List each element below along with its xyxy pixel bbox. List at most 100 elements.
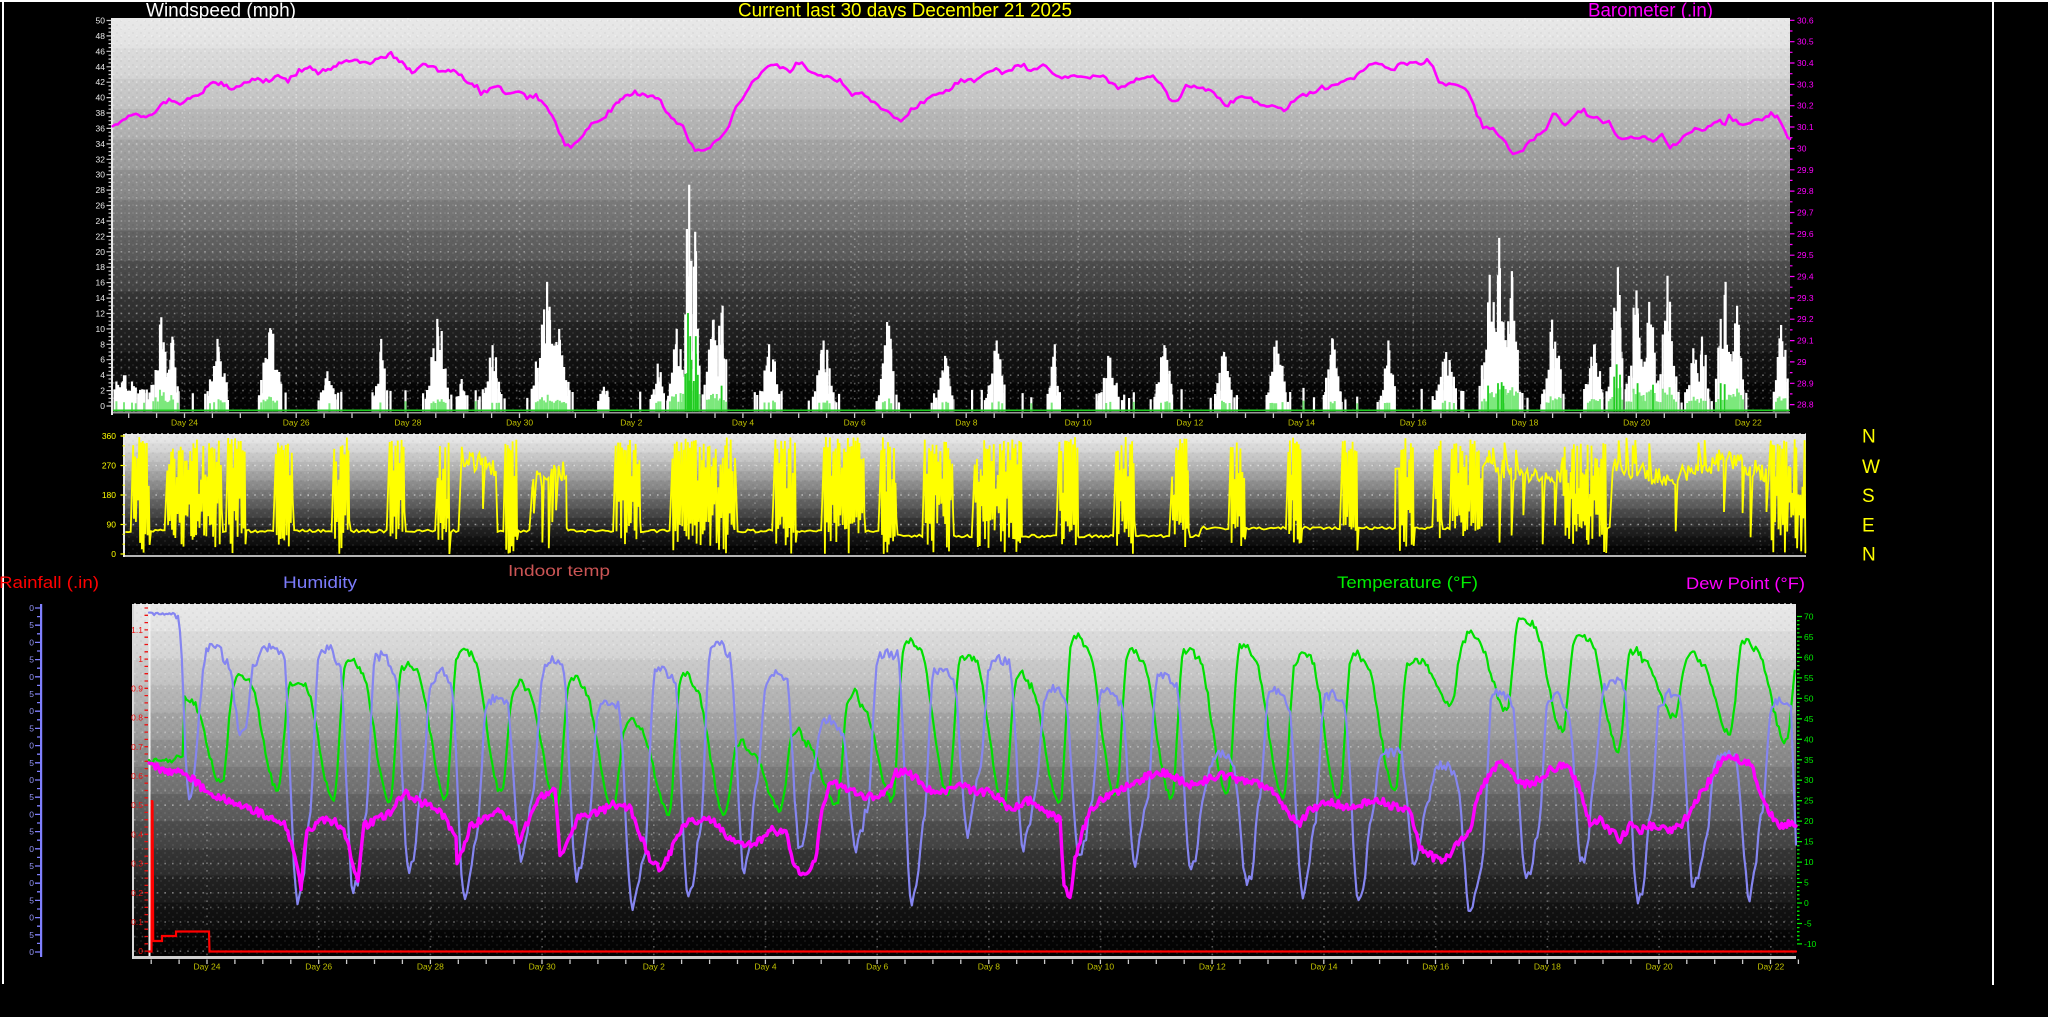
svg-text:22: 22 — [96, 231, 106, 241]
svg-text:0: 0 — [29, 913, 34, 923]
svg-text:360: 360 — [102, 431, 116, 441]
svg-text:30: 30 — [96, 170, 106, 180]
svg-text:Indoor temp: Indoor temp — [508, 563, 610, 580]
svg-text:Day 2: Day 2 — [620, 418, 642, 428]
svg-text:Day 8: Day 8 — [978, 962, 1000, 972]
svg-text:Day 30: Day 30 — [506, 418, 533, 428]
svg-text:180: 180 — [102, 490, 116, 500]
svg-text:5: 5 — [29, 655, 34, 665]
svg-text:E: E — [1862, 515, 1875, 536]
svg-text:0: 0 — [1804, 898, 1809, 908]
svg-text:30.1: 30.1 — [1797, 122, 1814, 132]
svg-text:20: 20 — [1804, 816, 1814, 826]
svg-text:29.1: 29.1 — [1797, 336, 1814, 346]
svg-text:0.6: 0.6 — [131, 771, 143, 781]
svg-text:0: 0 — [138, 946, 143, 956]
svg-text:Day 26: Day 26 — [305, 962, 332, 972]
svg-text:Day 14: Day 14 — [1288, 418, 1315, 428]
svg-text:5: 5 — [29, 827, 34, 837]
svg-text:Temperature (°F): Temperature (°F) — [1337, 573, 1478, 592]
svg-text:0.1: 0.1 — [131, 917, 143, 927]
svg-text:0: 0 — [29, 706, 34, 716]
svg-text:Dew Point (°F): Dew Point (°F) — [1686, 574, 1805, 593]
svg-text:16: 16 — [96, 278, 106, 288]
svg-text:0: 0 — [29, 809, 34, 819]
svg-text:Day 20: Day 20 — [1623, 418, 1650, 428]
svg-text:90: 90 — [107, 520, 117, 530]
svg-text:Day 16: Day 16 — [1400, 418, 1427, 428]
svg-text:26: 26 — [96, 201, 106, 211]
svg-text:5: 5 — [29, 930, 34, 940]
svg-text:5: 5 — [29, 792, 34, 802]
svg-text:5: 5 — [1804, 878, 1809, 888]
svg-text:30: 30 — [1797, 143, 1807, 153]
svg-text:1.1: 1.1 — [131, 625, 143, 635]
svg-text:24: 24 — [96, 216, 106, 226]
svg-text:60: 60 — [1804, 652, 1814, 662]
svg-text:18: 18 — [96, 262, 106, 272]
svg-text:29.5: 29.5 — [1797, 250, 1814, 260]
svg-text:Humidity: Humidity — [283, 573, 358, 592]
svg-text:Day 28: Day 28 — [417, 962, 444, 972]
svg-text:46: 46 — [96, 46, 106, 56]
svg-text:Day 10: Day 10 — [1087, 962, 1114, 972]
svg-text:5: 5 — [29, 895, 34, 905]
svg-text:Day 8: Day 8 — [955, 418, 977, 428]
svg-text:30.6: 30.6 — [1797, 15, 1814, 25]
svg-text:30: 30 — [1804, 775, 1814, 785]
svg-text:50: 50 — [1804, 693, 1814, 703]
svg-text:30.5: 30.5 — [1797, 37, 1814, 47]
svg-text:29: 29 — [1797, 357, 1807, 367]
svg-text:Day 12: Day 12 — [1199, 962, 1226, 972]
svg-text:29.2: 29.2 — [1797, 314, 1814, 324]
svg-text:70: 70 — [1804, 612, 1814, 622]
svg-text:15: 15 — [1804, 837, 1814, 847]
svg-text:45: 45 — [1804, 714, 1814, 724]
svg-text:Day 22: Day 22 — [1757, 962, 1784, 972]
svg-text:0.7: 0.7 — [131, 742, 143, 752]
svg-text:Day 6: Day 6 — [844, 418, 866, 428]
svg-text:5: 5 — [29, 758, 34, 768]
svg-text:29.4: 29.4 — [1797, 272, 1814, 282]
svg-text:S: S — [1862, 486, 1875, 507]
svg-text:30.2: 30.2 — [1797, 101, 1814, 111]
svg-text:36: 36 — [96, 123, 106, 133]
svg-text:14: 14 — [96, 293, 106, 303]
svg-text:30.3: 30.3 — [1797, 79, 1814, 89]
svg-text:0.9: 0.9 — [131, 683, 143, 693]
svg-text:Day 20: Day 20 — [1646, 962, 1673, 972]
svg-text:4: 4 — [100, 370, 105, 380]
svg-text:48: 48 — [96, 31, 106, 41]
svg-text:-10: -10 — [1804, 939, 1817, 949]
svg-text:0.2: 0.2 — [131, 888, 143, 898]
svg-text:5: 5 — [29, 723, 34, 733]
svg-text:0: 0 — [29, 603, 34, 613]
svg-text:N: N — [1862, 545, 1876, 566]
svg-text:42: 42 — [96, 77, 106, 87]
svg-text:5: 5 — [29, 689, 34, 699]
svg-text:20: 20 — [96, 247, 106, 257]
svg-text:10: 10 — [1804, 857, 1814, 867]
svg-text:0: 0 — [29, 672, 34, 682]
svg-text:5: 5 — [29, 861, 34, 871]
svg-text:Day 4: Day 4 — [754, 962, 776, 972]
svg-text:32: 32 — [96, 154, 106, 164]
svg-text:0: 0 — [29, 741, 34, 751]
svg-text:28: 28 — [96, 185, 106, 195]
svg-text:44: 44 — [96, 62, 106, 72]
svg-text:38: 38 — [96, 108, 106, 118]
svg-text:0: 0 — [29, 844, 34, 854]
svg-text:10: 10 — [96, 324, 106, 334]
svg-text:Day 22: Day 22 — [1735, 418, 1762, 428]
svg-text:29.7: 29.7 — [1797, 208, 1814, 218]
svg-text:0: 0 — [100, 401, 105, 411]
svg-text:0: 0 — [29, 637, 34, 647]
svg-text:Day 24: Day 24 — [171, 418, 198, 428]
svg-text:Day 6: Day 6 — [866, 962, 888, 972]
svg-text:29.8: 29.8 — [1797, 186, 1814, 196]
svg-text:Rainfall (.in): Rainfall (.in) — [0, 573, 99, 592]
svg-text:Day 18: Day 18 — [1534, 962, 1561, 972]
svg-text:29.6: 29.6 — [1797, 229, 1814, 239]
svg-text:35: 35 — [1804, 755, 1814, 765]
svg-text:65: 65 — [1804, 632, 1814, 642]
